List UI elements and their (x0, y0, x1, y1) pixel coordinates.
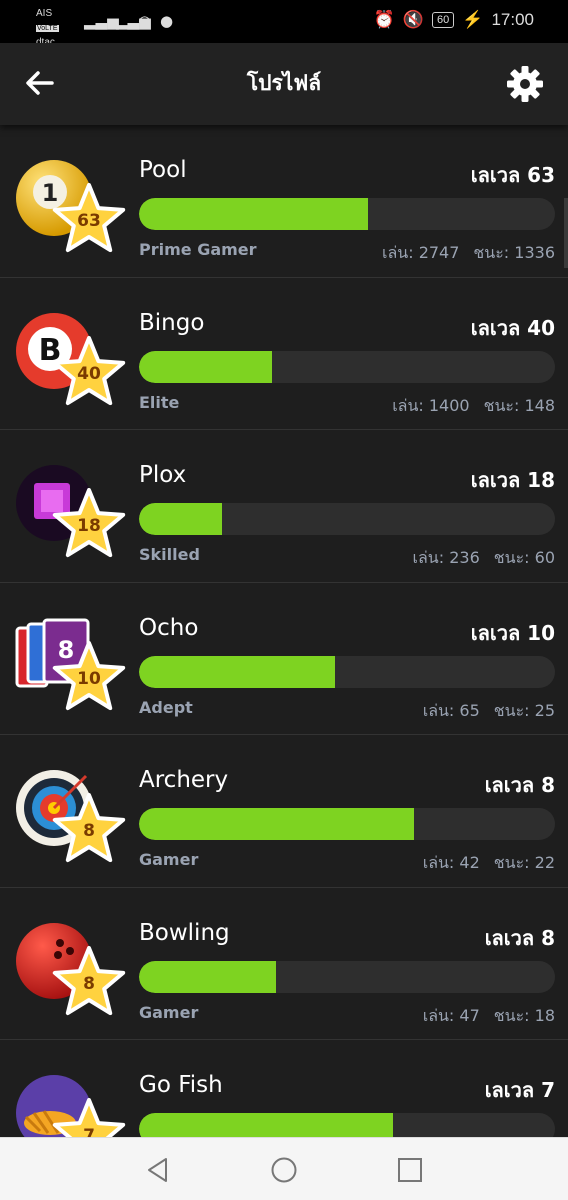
plays-count: เล่น: 2747 (382, 243, 460, 262)
game-row[interactable]: 1 63 Pool เลเวล 63 Prime Gamer เล่น: 2747 ชนะ:… (0, 125, 568, 278)
star-level: 8 (83, 973, 95, 994)
game-stats: เล่น: 42 ชนะ: 22 (423, 851, 555, 876)
game-row[interactable]: 8 Bowling เลเวล 8 Gamer เล่น: 47 ชนะ: 18 (0, 888, 568, 1040)
game-stats: เล่น: 2747 ชนะ: 1336 (382, 241, 555, 266)
game-name: Plox (139, 462, 187, 488)
wifi-icon: ◠ (138, 12, 152, 30)
mute-icon: 🔇 (402, 10, 425, 29)
level-progress-fill (139, 960, 277, 993)
game-level: เลเวล 8 (484, 773, 555, 797)
star-level: 7 (83, 1126, 95, 1137)
game-level: เลเวล 10 (470, 620, 555, 645)
game-row[interactable]: 8 10 Ocho เลเวล 10 Adept เล่น: 65 ชนะ: 25 (0, 583, 568, 735)
system-nav-bar (0, 1137, 568, 1200)
game-rank: Elite (139, 392, 180, 412)
star-level: 63 (77, 211, 101, 231)
star-level: 10 (77, 668, 101, 689)
game-row[interactable]: B 40 Bingo เลเวล 40 Elite เล่น: 1400 ชนะ: 148 (0, 278, 568, 430)
level-progress-fill (139, 655, 335, 688)
game-level: เลเวล 8 (484, 925, 555, 950)
plays-count: เล่น: 1400 (392, 395, 470, 415)
plays-count: เล่น: 42 (422, 853, 480, 872)
game-level: เลเวล 63 (470, 163, 555, 187)
game-stats: เล่น: 236 ชนะ: 60 (413, 546, 555, 571)
battery-indicator: 60 (432, 12, 455, 28)
game-stats: เล่น: 1400 ชนะ: 148 (392, 394, 555, 419)
wins-count: ชนะ: 148 (483, 395, 555, 415)
wins-count: ชนะ: 18 (493, 1005, 555, 1025)
nav-home-icon[interactable] (270, 1156, 298, 1184)
page-title: โปรไฟล์ (246, 71, 322, 95)
star-level: 18 (77, 516, 101, 536)
game-name: Ocho (139, 614, 199, 641)
alarm-icon: ⏰ (373, 10, 395, 29)
game-rank: Gamer (139, 1002, 199, 1022)
status-bar: AIS VoLTE dtac ▂▃▅ ▂▃▅ ◠ ● ⏰ 🔇 60 ⚡ 17:0… (0, 0, 568, 48)
signal-icon: ▂▃▅ (84, 12, 119, 30)
game-level: เลเวล 7 (484, 1078, 555, 1102)
charging-icon: ⚡ (462, 10, 484, 29)
game-rank: Gamer (139, 850, 199, 869)
level-progress-bar (139, 808, 555, 840)
plays-count: เล่น: 236 (412, 548, 480, 567)
wins-count: ชนะ: 1336 (473, 243, 555, 262)
game-name: Bowling (139, 919, 230, 946)
star-level: 40 (77, 363, 101, 384)
wins-count: ชนะ: 25 (493, 700, 555, 720)
game-level-list[interactable]: 1 63 Pool เลเวล 63 Prime Gamer เล่น: 2747 ชนะ:… (0, 125, 568, 1137)
app-bar: โปรไฟล์ (0, 43, 568, 125)
game-rank: Adept (139, 697, 193, 717)
game-name: Archery (139, 767, 229, 793)
level-progress-bar (139, 1113, 555, 1137)
clock: 17:00 (491, 10, 534, 29)
game-name: Go Fish (139, 1072, 223, 1098)
game-row[interactable]: 7 Go Fish เลเวล 7 (0, 1040, 568, 1137)
game-rank: Skilled (139, 545, 200, 564)
level-progress-fill (139, 198, 368, 230)
nav-back-icon[interactable] (144, 1156, 172, 1184)
game-name: Bingo (139, 309, 205, 336)
level-progress-bar (139, 350, 555, 383)
level-progress-fill (139, 350, 273, 383)
level-progress-fill (139, 808, 414, 840)
line-app-icon: ● (160, 12, 174, 30)
game-rank: Prime Gamer (139, 240, 257, 259)
status-right: ⏰ 🔇 60 ⚡ 17:00 (374, 10, 534, 30)
game-stats: เล่น: 47 ชนะ: 18 (423, 1004, 555, 1029)
wins-count: ชนะ: 60 (493, 548, 555, 567)
star-level: 8 (83, 821, 95, 841)
volte-badge: VoLTE (36, 25, 59, 32)
level-progress-bar (139, 960, 555, 993)
level-progress-bar (139, 503, 555, 535)
settings-gear-icon[interactable] (506, 65, 544, 103)
carrier-1: AIS (36, 8, 53, 19)
plays-count: เล่น: 65 (422, 700, 480, 720)
level-progress-fill (139, 503, 223, 535)
level-progress-fill (139, 1113, 393, 1137)
level-progress-bar (139, 198, 555, 230)
game-name: Pool (139, 157, 187, 183)
game-row[interactable]: 8 Archery เลเวล 8 Gamer เล่น: 42 ชนะ: 22 (0, 735, 568, 888)
nav-recents-icon[interactable] (396, 1156, 424, 1184)
plays-count: เล่น: 47 (422, 1005, 480, 1025)
wins-count: ชนะ: 22 (493, 853, 555, 872)
scrollbar[interactable] (564, 198, 568, 268)
level-progress-bar (139, 655, 555, 688)
game-stats: เล่น: 65 ชนะ: 25 (423, 699, 555, 724)
game-level: เลเวล 18 (470, 468, 555, 492)
game-row[interactable]: 18 Plox เลเวล 18 Skilled เล่น: 236 ชนะ: 60 (0, 430, 568, 583)
game-level: เลเวล 40 (470, 315, 555, 340)
